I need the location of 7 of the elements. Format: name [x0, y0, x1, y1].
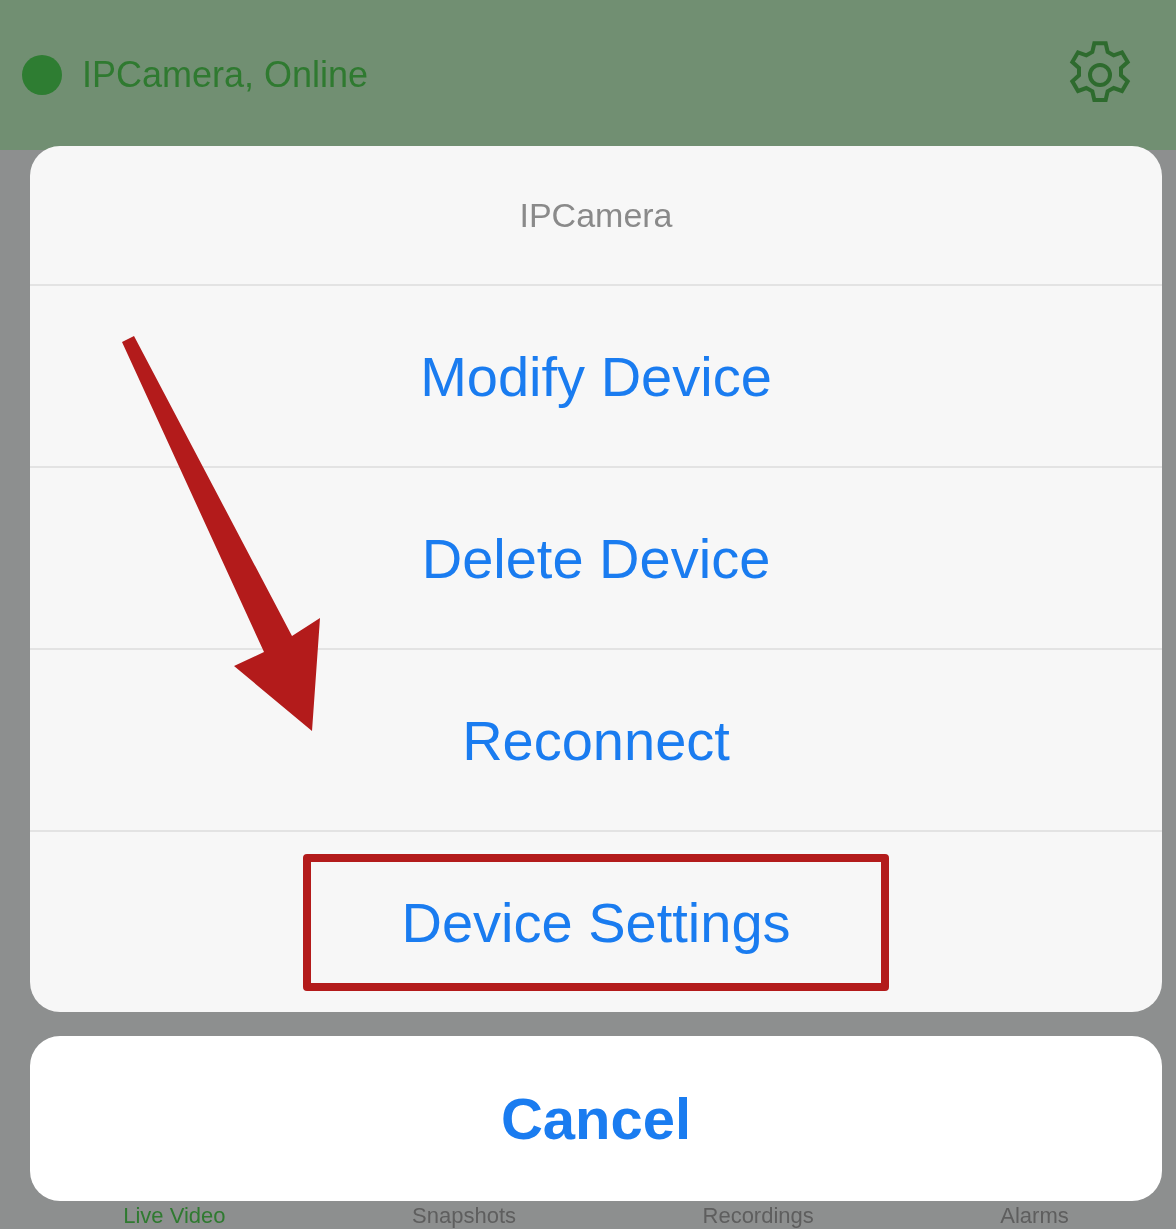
- device-status: IPCamera, Online: [82, 54, 370, 96]
- menu-action[interactable]: Device Settings: [303, 853, 889, 991]
- menu-action[interactable]: Delete Device: [323, 489, 869, 627]
- sheet-title: IPCamera: [30, 146, 1162, 286]
- menu-action[interactable]: Reconnect: [364, 671, 828, 809]
- cancel-button[interactable]: Cancel: [30, 1036, 1162, 1201]
- menu-action[interactable]: Modify Device: [322, 307, 870, 445]
